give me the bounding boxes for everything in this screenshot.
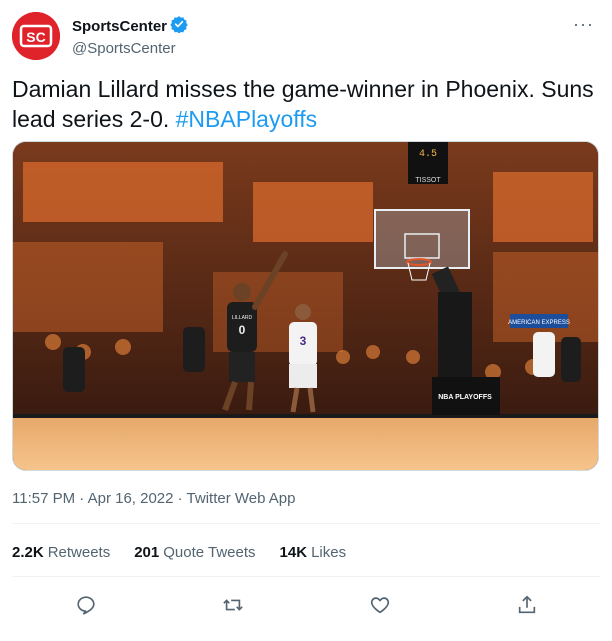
quotes-stat[interactable]: 201 Quote Tweets — [134, 544, 255, 561]
jersey-number-defender-text: 3 — [300, 334, 307, 348]
likes-label: Likes — [311, 544, 347, 561]
tweet-actions — [12, 588, 600, 622]
avatar[interactable]: SC — [12, 12, 60, 60]
tweet-stats: 2.2K Retweets 201 Quote Tweets 14K Likes — [12, 544, 346, 561]
banner-text: AMERICAN EXPRESS — [508, 320, 570, 326]
verified-badge-icon — [170, 15, 188, 39]
tweet-timestamp[interactable]: 11:57 PM · Apr 16, 2022 · Twitter Web Ap… — [12, 490, 296, 507]
display-name[interactable]: SportsCenter — [72, 17, 167, 37]
tweet-card: SC SportsCenter @SportsCenter ··· Damian… — [0, 0, 612, 641]
quotes-count: 201 — [134, 544, 160, 561]
retweets-label: Retweets — [47, 544, 111, 561]
likes-count: 14K — [279, 544, 308, 561]
sc-logo-icon: SC — [12, 12, 60, 60]
reply-icon[interactable] — [69, 588, 103, 622]
retweets-stat[interactable]: 2.2K Retweets — [12, 544, 110, 561]
like-icon[interactable] — [363, 588, 397, 622]
basketball-game-screenshot: 4.5 TISSOT NBA PLAYOFFS AMERICAN EXPRESS — [13, 142, 598, 470]
divider — [12, 523, 600, 524]
tweet-header: SC SportsCenter @SportsCenter ··· — [12, 12, 600, 60]
shot-clock-text: 4.5 — [419, 149, 437, 160]
scoreboard-brand-text: TISSOT — [415, 177, 441, 184]
hashtag-link[interactable]: #NBAPlayoffs — [176, 106, 317, 132]
likes-stat[interactable]: 14K Likes — [280, 544, 347, 561]
retweet-icon[interactable] — [216, 588, 250, 622]
retweets-count: 2.2K — [12, 544, 44, 561]
display-name-row[interactable]: SportsCenter — [72, 15, 188, 39]
share-icon[interactable] — [510, 588, 544, 622]
tweet-media-image[interactable]: 4.5 TISSOT NBA PLAYOFFS AMERICAN EXPRESS — [12, 141, 599, 471]
divider — [12, 576, 600, 577]
handle[interactable]: @SportsCenter — [72, 39, 188, 59]
svg-text:SC: SC — [26, 29, 45, 45]
jersey-number-shooter-text: 0 — [239, 323, 246, 337]
stanchion-label-text: NBA PLAYOFFS — [438, 394, 492, 401]
tweet-text: Damian Lillard misses the game-winner in… — [12, 74, 600, 134]
author-names: SportsCenter @SportsCenter — [72, 15, 188, 59]
more-options-icon[interactable]: ··· — [573, 14, 594, 35]
jersey-name-text: LILLARD — [232, 315, 253, 321]
quotes-label: Quote Tweets — [163, 544, 256, 561]
